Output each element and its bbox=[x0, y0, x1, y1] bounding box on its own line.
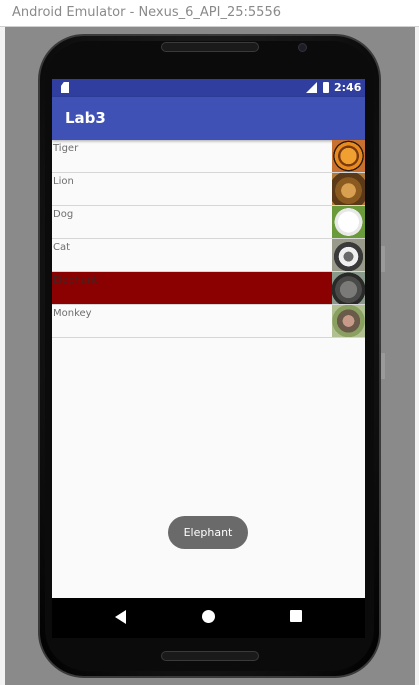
animal-list: Tiger Lion Dog Cat Elephant Monkey bbox=[52, 140, 365, 338]
emulator-window: Android Emulator - Nexus_6_API_25:5556 2… bbox=[0, 0, 419, 685]
status-bar: 2:46 bbox=[52, 79, 365, 97]
back-icon[interactable] bbox=[115, 610, 126, 624]
front-camera-icon bbox=[298, 43, 307, 52]
list-item-label: Dog bbox=[53, 209, 74, 220]
volume-button[interactable] bbox=[381, 353, 385, 379]
battery-icon bbox=[323, 82, 329, 93]
signal-icon bbox=[306, 82, 317, 93]
list-item-label: Elephant bbox=[53, 275, 98, 286]
device-screen: 2:46 Lab3 Tiger Lion Dog Cat Elephant Mo… bbox=[52, 79, 365, 598]
list-item-label: Lion bbox=[53, 176, 74, 187]
window-titlebar[interactable]: Android Emulator - Nexus_6_API_25:5556 bbox=[0, 0, 419, 27]
recent-apps-icon[interactable] bbox=[290, 610, 302, 622]
list-item-tiger[interactable]: Tiger bbox=[52, 140, 365, 173]
list-item-lion[interactable]: Lion bbox=[52, 173, 365, 206]
list-item-label: Tiger bbox=[53, 143, 79, 154]
top-speaker-grille bbox=[161, 42, 259, 52]
elephant-image bbox=[332, 272, 365, 304]
power-button[interactable] bbox=[381, 246, 385, 272]
window-title: Android Emulator - Nexus_6_API_25:5556 bbox=[12, 5, 281, 20]
left-background-strip bbox=[0, 27, 5, 685]
bottom-speaker-grille bbox=[161, 651, 259, 661]
list-item-monkey[interactable]: Monkey bbox=[52, 305, 365, 338]
navigation-bar bbox=[52, 598, 365, 638]
toast-message: Elephant bbox=[168, 516, 248, 549]
tiger-image bbox=[332, 140, 365, 172]
home-icon[interactable] bbox=[202, 610, 215, 623]
list-item-cat[interactable]: Cat bbox=[52, 239, 365, 272]
list-item-dog[interactable]: Dog bbox=[52, 206, 365, 239]
list-item-label: Monkey bbox=[53, 308, 92, 319]
list-item-elephant[interactable]: Elephant bbox=[52, 272, 365, 305]
cat-image bbox=[332, 239, 365, 271]
sd-card-icon bbox=[61, 82, 69, 93]
lion-image bbox=[332, 173, 365, 205]
monkey-image bbox=[332, 305, 365, 337]
dog-image bbox=[332, 206, 365, 238]
list-item-label: Cat bbox=[53, 242, 71, 253]
right-background-strip bbox=[415, 27, 419, 685]
app-bar: Lab3 bbox=[52, 97, 365, 140]
status-clock: 2:46 bbox=[334, 81, 362, 94]
app-title: Lab3 bbox=[65, 109, 106, 127]
